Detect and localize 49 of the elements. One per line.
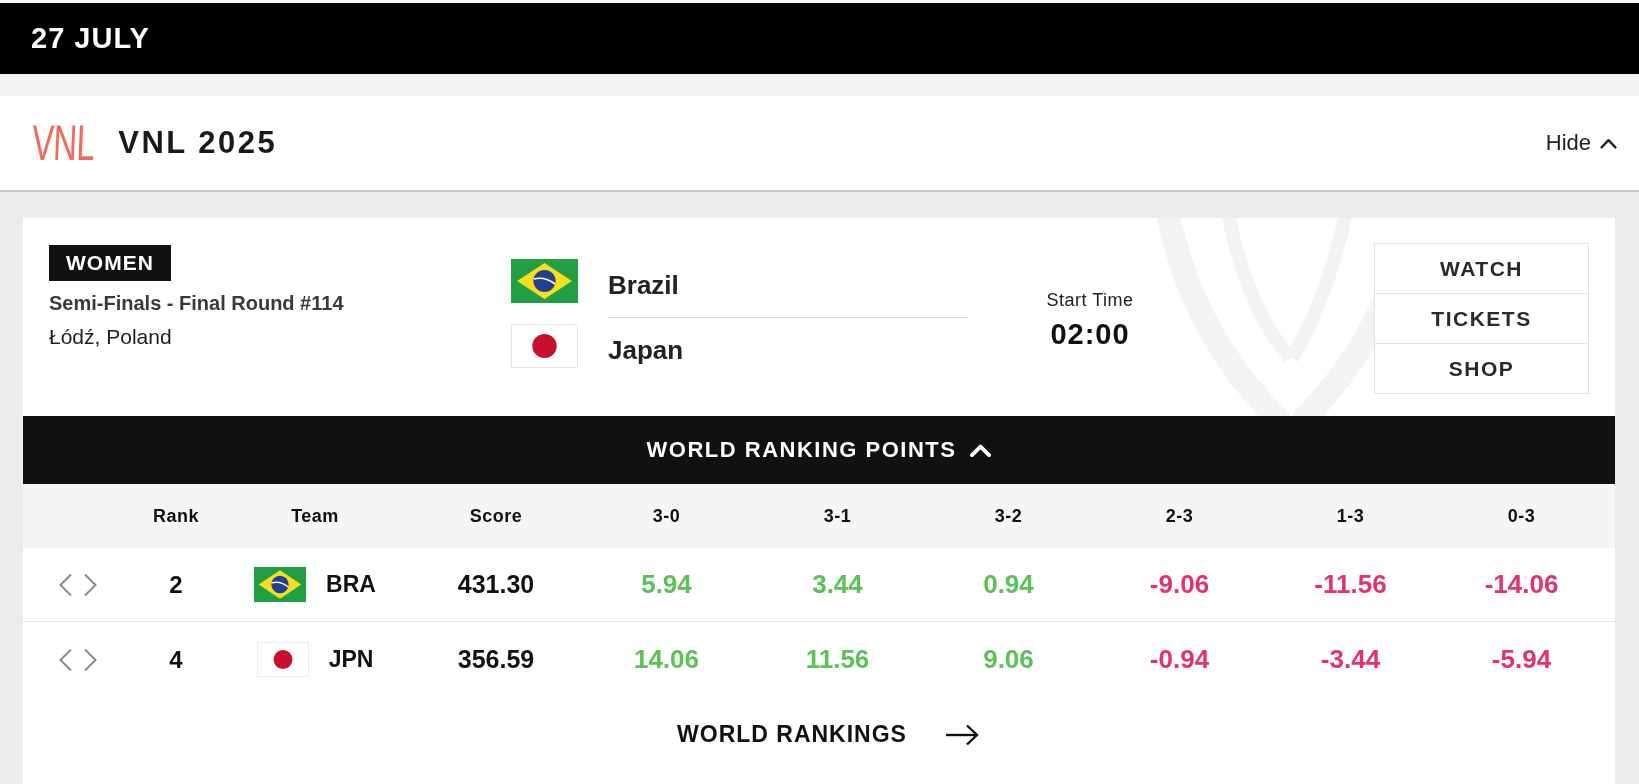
score-value: 431.30 — [457, 570, 535, 599]
points-value: -14.06 — [1484, 569, 1559, 600]
team-name: Brazil — [608, 259, 968, 318]
points-value: -9.06 — [1149, 569, 1210, 600]
rank-value: 2 — [169, 570, 183, 599]
logo: VNL — [30, 118, 96, 168]
match-phase: Semi-Finals - Final Round #114 — [49, 291, 344, 316]
points-value: 5.94 — [641, 569, 692, 600]
column-header: 3-2 — [994, 505, 1023, 527]
team-code: BRA — [326, 571, 376, 598]
date-label: 27 JULY — [31, 22, 150, 55]
team-code: JPN — [328, 646, 374, 673]
world-rankings-link[interactable]: WORLD RANKINGS — [677, 721, 979, 748]
start-time-label: Start Time — [1046, 289, 1134, 312]
chevron-right-icon — [84, 572, 97, 597]
points-value: -11.56 — [1314, 569, 1387, 600]
points-value: 0.94 — [983, 569, 1034, 600]
column-header: 0-3 — [1507, 505, 1536, 527]
start-time-value: 02:00 — [1050, 317, 1130, 351]
hide-toggle-button[interactable]: Hide — [1545, 130, 1617, 156]
score-value: 356.59 — [457, 645, 535, 674]
flag-icon — [254, 567, 307, 602]
chevron-left-icon — [59, 572, 72, 597]
column-header: Rank — [153, 505, 199, 527]
column-header: 3-0 — [652, 505, 681, 527]
points-value: 14.06 — [633, 644, 700, 675]
competition-title: VNL 2025 — [118, 125, 278, 161]
points-value: -5.94 — [1491, 644, 1552, 675]
points-value: 3.44 — [812, 569, 863, 600]
points-value: 9.06 — [983, 644, 1034, 675]
points-value: -3.44 — [1320, 644, 1381, 675]
points-value: 11.56 — [805, 644, 870, 675]
column-header: Team — [291, 505, 339, 527]
category-badge: WOMEN — [49, 245, 171, 281]
column-header: 3-1 — [823, 505, 852, 527]
flag-icon — [511, 259, 578, 303]
chevron-right-icon — [84, 647, 97, 672]
ranking-points-toggle[interactable]: WORLD RANKING POINTS — [23, 416, 1615, 484]
column-header: 1-3 — [1336, 505, 1365, 527]
rank-value: 4 — [169, 645, 183, 674]
flag-icon — [511, 324, 578, 368]
points-value: -0.94 — [1149, 644, 1210, 675]
flag-icon — [256, 642, 309, 677]
arrow-right-icon — [944, 723, 979, 746]
column-header: Score — [469, 505, 523, 527]
chevron-left-icon — [59, 647, 72, 672]
match-venue: Łódź, Poland — [49, 324, 172, 350]
team-name: Japan — [608, 334, 685, 367]
column-header: 2-3 — [1165, 505, 1194, 527]
